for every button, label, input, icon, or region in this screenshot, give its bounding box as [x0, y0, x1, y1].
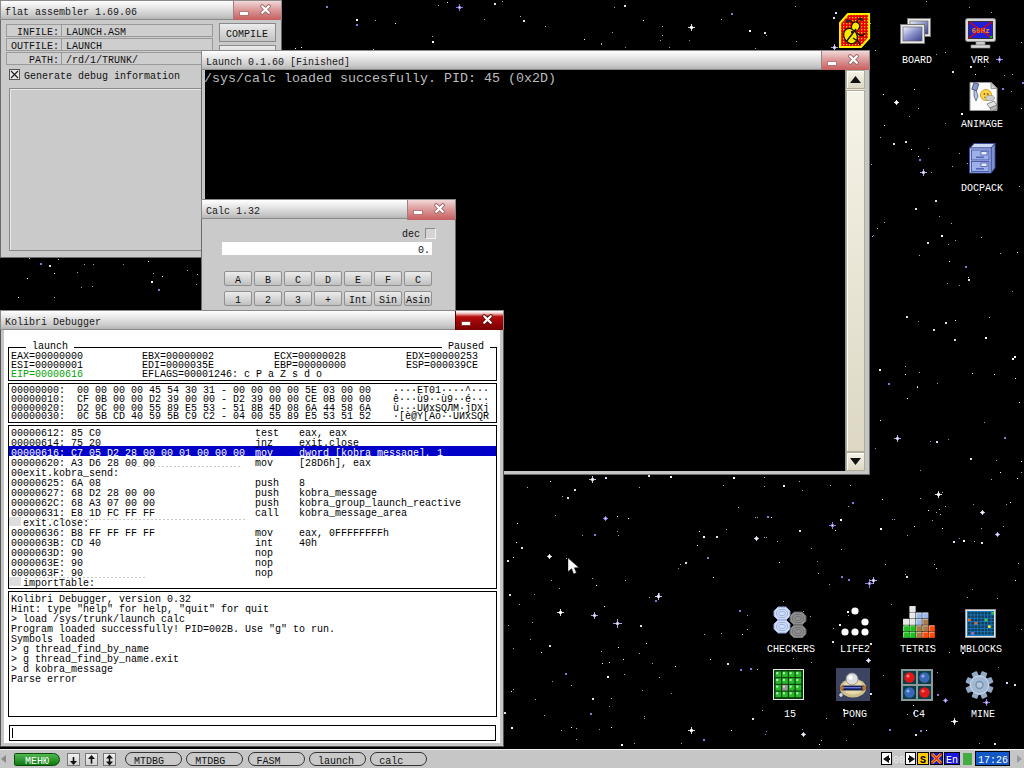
svg-text:60Hz: 60Hz [971, 27, 989, 35]
